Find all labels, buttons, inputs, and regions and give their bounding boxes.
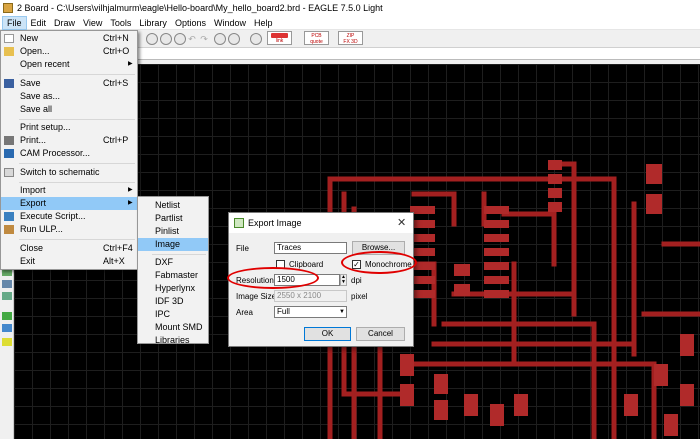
- file-menu-print[interactable]: Print... Ctrl+P: [1, 134, 137, 147]
- file-field[interactable]: Traces: [274, 242, 347, 254]
- file-menu-switch-schematic[interactable]: Switch to schematic: [1, 166, 137, 179]
- cam-icon: [4, 149, 14, 158]
- file-menu-cam-processor[interactable]: CAM Processor...: [1, 147, 137, 160]
- chevron-down-icon: ▼: [339, 309, 345, 315]
- dialog-title: Export Image: [248, 218, 302, 228]
- export-hyperlynx[interactable]: Hyperlynx: [138, 282, 208, 295]
- menu-file[interactable]: File: [2, 15, 27, 30]
- submenu-arrow-icon: ▶: [128, 200, 133, 206]
- file-menu-print-setup[interactable]: Print setup...: [1, 121, 137, 134]
- file-menu-import[interactable]: Import ▶: [1, 184, 137, 197]
- redo-icon[interactable]: ↷: [198, 34, 210, 44]
- title-bar: 2 Board - C:\Users\vilhjalmurm\eagle\Hel…: [0, 0, 700, 16]
- close-icon[interactable]: ✕: [397, 216, 406, 229]
- design-link-button[interactable]: link: [267, 31, 292, 45]
- file-menu-save[interactable]: Save Ctrl+S: [1, 77, 137, 90]
- resolution-unit: dpi: [351, 276, 362, 285]
- image-size-unit: pixel: [351, 292, 368, 301]
- file-menu-open-recent[interactable]: Open recent ▶: [1, 58, 137, 71]
- dialog-title-bar: Export Image ✕: [229, 213, 413, 233]
- resolution-spinner[interactable]: ▲ ▼: [340, 274, 347, 286]
- ulp-icon: [4, 225, 14, 234]
- route-tool-icon[interactable]: [2, 292, 12, 300]
- file-menu-execute-script[interactable]: Execute Script...: [1, 210, 137, 223]
- eagle-window: 2 Board - C:\Users\vilhjalmurm\eagle\Hel…: [0, 0, 700, 439]
- ripup-tool-icon[interactable]: [2, 312, 12, 320]
- go-icon[interactable]: [228, 33, 240, 45]
- menu-draw[interactable]: Draw: [50, 16, 79, 30]
- menu-view[interactable]: View: [79, 16, 106, 30]
- image-size-field: 2550 x 2100: [274, 290, 347, 302]
- area-label: Area: [236, 308, 253, 317]
- export-image[interactable]: Image: [138, 238, 208, 251]
- undo-icon[interactable]: ↶: [186, 34, 198, 44]
- file-menu-exit[interactable]: Exit Alt+X: [1, 255, 137, 268]
- parameter-bar: [136, 48, 700, 60]
- file-menu-save-as[interactable]: Save as...: [1, 90, 137, 103]
- zoom-fit-icon[interactable]: [146, 33, 158, 45]
- resolution-annotation-ring: [227, 267, 319, 289]
- file-menu-new[interactable]: New Ctrl+N: [1, 32, 137, 45]
- open-folder-icon: [4, 47, 14, 56]
- export-partlist[interactable]: Partlist: [138, 212, 208, 225]
- help-icon[interactable]: [250, 33, 262, 45]
- menu-help[interactable]: Help: [250, 16, 277, 30]
- monochrome-annotation-ring: [341, 251, 417, 274]
- submenu-arrow-icon: ▶: [128, 187, 133, 193]
- cancel-button[interactable]: Cancel: [356, 327, 405, 341]
- file-menu-run-ulp[interactable]: Run ULP...: [1, 223, 137, 236]
- file-menu-open[interactable]: Open... Ctrl+O: [1, 45, 137, 58]
- dialog-icon: [234, 218, 244, 228]
- printer-icon: [4, 136, 14, 145]
- schematic-icon: [4, 168, 14, 177]
- image-size-label: Image Size: [236, 292, 277, 301]
- new-file-icon: [4, 34, 14, 43]
- zoom-out-icon[interactable]: [174, 33, 186, 45]
- export-idf-3d[interactable]: IDF 3D: [138, 295, 208, 308]
- export-fabmaster[interactable]: Fabmaster: [138, 269, 208, 282]
- drc-warning-icon[interactable]: [2, 338, 12, 346]
- pcb-quote-button[interactable]: PCB quote: [304, 31, 329, 45]
- export-pinlist[interactable]: Pinlist: [138, 225, 208, 238]
- export-dxf[interactable]: DXF: [138, 256, 208, 269]
- ok-button[interactable]: OK: [304, 327, 351, 341]
- fx3d-button[interactable]: ZIP FX 3D: [338, 31, 363, 45]
- menu-window[interactable]: Window: [210, 16, 250, 30]
- menu-bar: File Edit Draw View Tools Library Option…: [0, 15, 700, 30]
- eagle-app-icon: [3, 3, 13, 13]
- stop-icon[interactable]: [214, 33, 226, 45]
- menu-library[interactable]: Library: [135, 16, 171, 30]
- menu-options[interactable]: Options: [171, 16, 210, 30]
- export-ipc[interactable]: IPC: [138, 308, 208, 321]
- stack-tool-icon[interactable]: [2, 280, 12, 288]
- menu-edit[interactable]: Edit: [27, 16, 51, 30]
- file-menu-save-all[interactable]: Save all: [1, 103, 137, 116]
- save-icon: [4, 79, 14, 88]
- zoom-in-icon[interactable]: [160, 33, 172, 45]
- export-netlist[interactable]: Netlist: [138, 199, 208, 212]
- export-mount-smd[interactable]: Mount SMD: [138, 321, 208, 334]
- export-submenu: Netlist Partlist Pinlist Image DXF Fabma…: [137, 196, 209, 347]
- file-menu-close[interactable]: Close Ctrl+F4: [1, 242, 137, 255]
- window-title: 2 Board - C:\Users\vilhjalmurm\eagle\Hel…: [17, 3, 383, 13]
- file-menu: New Ctrl+N Open... Ctrl+O Open recent ▶ Sav…: [0, 30, 138, 270]
- file-label: File: [236, 244, 249, 253]
- file-menu-export[interactable]: Export ▶: [1, 197, 137, 210]
- submenu-arrow-icon: ▶: [128, 61, 133, 67]
- script-icon: [4, 212, 14, 221]
- area-select[interactable]: Full: [274, 306, 347, 318]
- menu-tools[interactable]: Tools: [106, 16, 135, 30]
- ratsnest-tool-icon[interactable]: [2, 324, 12, 332]
- export-libraries[interactable]: Libraries: [138, 334, 208, 347]
